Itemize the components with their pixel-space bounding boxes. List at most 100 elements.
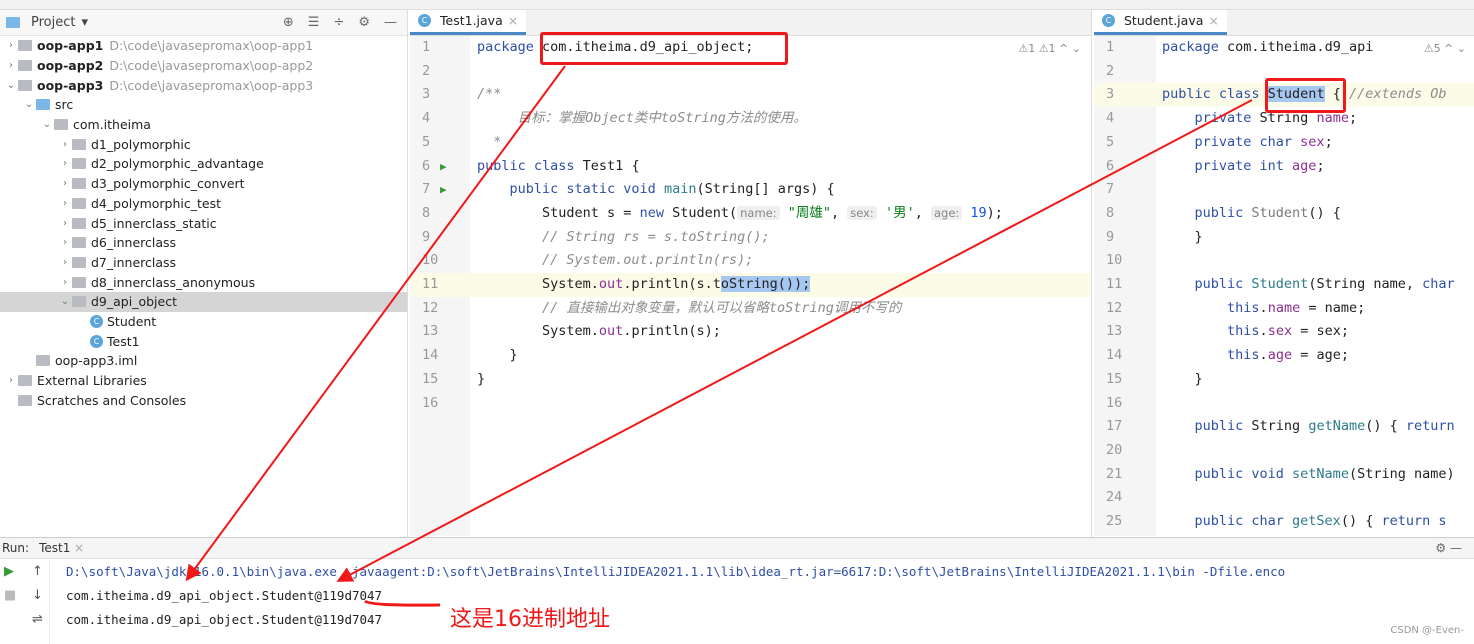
code-line: 24 [1094,486,1474,510]
tree-item-label: d1_polymorphic [91,136,191,152]
inspection-widget[interactable]: ⚠5 ^ ⌄ [1423,42,1466,55]
expand-all-icon[interactable]: ☰ [308,15,320,30]
project-title[interactable]: Project [31,15,75,30]
run-tab[interactable]: Test1 × [39,541,84,555]
folder-icon [36,99,50,111]
scratch-icon [18,394,32,406]
tree-item[interactable]: Scratches and Consoles [0,390,407,410]
close-icon[interactable]: × [74,541,84,555]
code-token: main [663,181,697,198]
tree-item[interactable]: › d4_polymorphic_test [0,194,407,214]
class-icon: C [90,314,103,328]
locate-icon[interactable]: ⊕ [283,15,294,30]
tree-item[interactable]: › d2_polymorphic_advantage [0,154,407,174]
code-token: . [1259,347,1268,364]
tab-label: Test1.java [440,13,503,28]
stop-icon[interactable]: ■ [4,588,16,603]
tree-item[interactable]: › d6_innerclass [0,233,407,253]
line-number: 4 [422,110,431,127]
tree-item[interactable]: › d5_innerclass_static [0,213,407,233]
soft-wrap-icon[interactable]: ⇌ [32,612,43,627]
expand-arrow-icon[interactable]: › [58,257,72,268]
project-header: Project ▾ ⊕ ☰ ÷ ⚙ — [0,10,407,36]
code-token: } [1162,370,1203,387]
line-number: 3 [422,86,431,103]
run-tab-label: Test1 [39,541,71,555]
close-icon[interactable]: × [508,13,518,28]
scroll-down-icon[interactable]: ↓ [32,588,43,603]
expand-arrow-icon[interactable]: ⌄ [58,296,72,307]
code-line: 25 public char getSex() { return s [1094,510,1474,534]
code-line: 6 ▶ public class Test1 { [410,155,1091,179]
tree-item-label: d7_innerclass [91,254,177,270]
code-line: 9 } [1094,226,1474,250]
expand-arrow-icon[interactable]: ⌄ [40,119,54,130]
expand-arrow-icon[interactable]: › [4,60,18,71]
code-token: ; [1324,133,1333,150]
tree-item[interactable]: › External Libraries [0,371,407,391]
tree-item[interactable]: C Test1 [0,331,407,351]
tree-item[interactable]: ⌄ com.itheima [0,115,407,135]
code-token: System. [477,323,599,340]
tree-item[interactable]: ⌄ src [0,95,407,115]
close-icon[interactable]: × [1208,13,1218,28]
expand-arrow-icon[interactable]: ⌄ [22,99,36,110]
tree-item-label: Student [107,313,157,329]
tree-item[interactable]: › d1_polymorphic [0,134,407,154]
code-token: public [1162,204,1252,221]
tab-student-java[interactable]: C Student.java × [1094,10,1227,35]
tree-item-label: Test1 [107,333,140,349]
expand-arrow-icon[interactable]: › [58,237,72,248]
rerun-icon[interactable]: ▶ [4,564,14,579]
folder-icon [72,178,86,190]
dropdown-icon[interactable]: ▾ [81,15,88,30]
code-line: 20 [1094,439,1474,463]
expand-arrow-icon[interactable]: › [58,218,72,229]
tree-item[interactable]: › oop-app2 D:\code\javasepromax\oop-app2 [0,56,407,76]
expand-arrow-icon[interactable]: › [58,139,72,150]
tree-item-label: oop-app2 [37,58,104,74]
tab-test1-java[interactable]: C Test1.java × [410,10,527,35]
tree-item-label: oop-app3.iml [55,353,138,369]
tree-item[interactable]: › d8_innerclass_anonymous [0,272,407,292]
line-number: 16 [422,394,439,411]
tree-item[interactable]: ⌄ d9_api_object [0,291,407,312]
tree-item[interactable]: C Student [0,312,407,332]
gear-icon[interactable]: ⚙ — [1435,541,1474,555]
expand-arrow-icon[interactable]: › [58,178,72,189]
code-token: com.itheima.d9_api [1227,39,1374,55]
code-line: 15 } [1094,368,1474,392]
code-token: ; [1348,110,1358,127]
expand-arrow-icon[interactable]: › [58,158,72,169]
line-number: 11 [422,276,439,292]
code-token: out [598,276,624,292]
code-line: 14 this.age = age; [1094,344,1474,368]
expand-arrow-icon[interactable]: › [4,40,18,51]
minimize-icon[interactable]: — [384,15,397,30]
collapse-all-icon[interactable]: ÷ [333,15,344,30]
code-token: age [1267,347,1293,364]
code-token: } [477,347,518,364]
code-token: age: [930,205,963,220]
expand-arrow-icon[interactable]: › [4,375,18,386]
annotation-note: 这是16进制地址 [450,607,610,632]
expand-arrow-icon[interactable]: › [58,277,72,288]
tree-item[interactable]: ⌄ oop-app3 D:\code\javasepromax\oop-app3 [0,75,407,95]
module-icon [18,40,32,52]
code-token: public class [1162,86,1268,103]
code-line: 6 private int age; [1094,155,1474,179]
run-gutter-icon[interactable]: ▶ [440,178,447,202]
tree-item-path: D:\code\javasepromax\oop-app3 [109,77,314,93]
tree-item[interactable]: › d3_polymorphic_convert [0,174,407,194]
expand-arrow-icon[interactable]: › [58,198,72,209]
inspection-widget[interactable]: ⚠1 ⚠1 ^ ⌄ [1018,42,1081,55]
tree-item[interactable]: › oop-app1 D:\code\javasepromax\oop-app1 [0,36,407,56]
run-gutter-icon[interactable]: ▶ [440,155,447,179]
gear-icon[interactable]: ⚙ [358,15,370,30]
expand-arrow-icon[interactable]: ⌄ [4,80,18,91]
code-line: 12 // 直接输出对象变量，默认可以省略toString调用不写的 [410,297,1091,321]
scroll-up-icon[interactable]: ↑ [32,564,43,579]
project-panel: Project ▾ ⊕ ☰ ÷ ⚙ — › oop-app1 D:\code\javasepr… [0,10,408,537]
tree-item[interactable]: › d7_innerclass [0,253,407,273]
tree-item[interactable]: oop-app3.iml [0,351,407,371]
